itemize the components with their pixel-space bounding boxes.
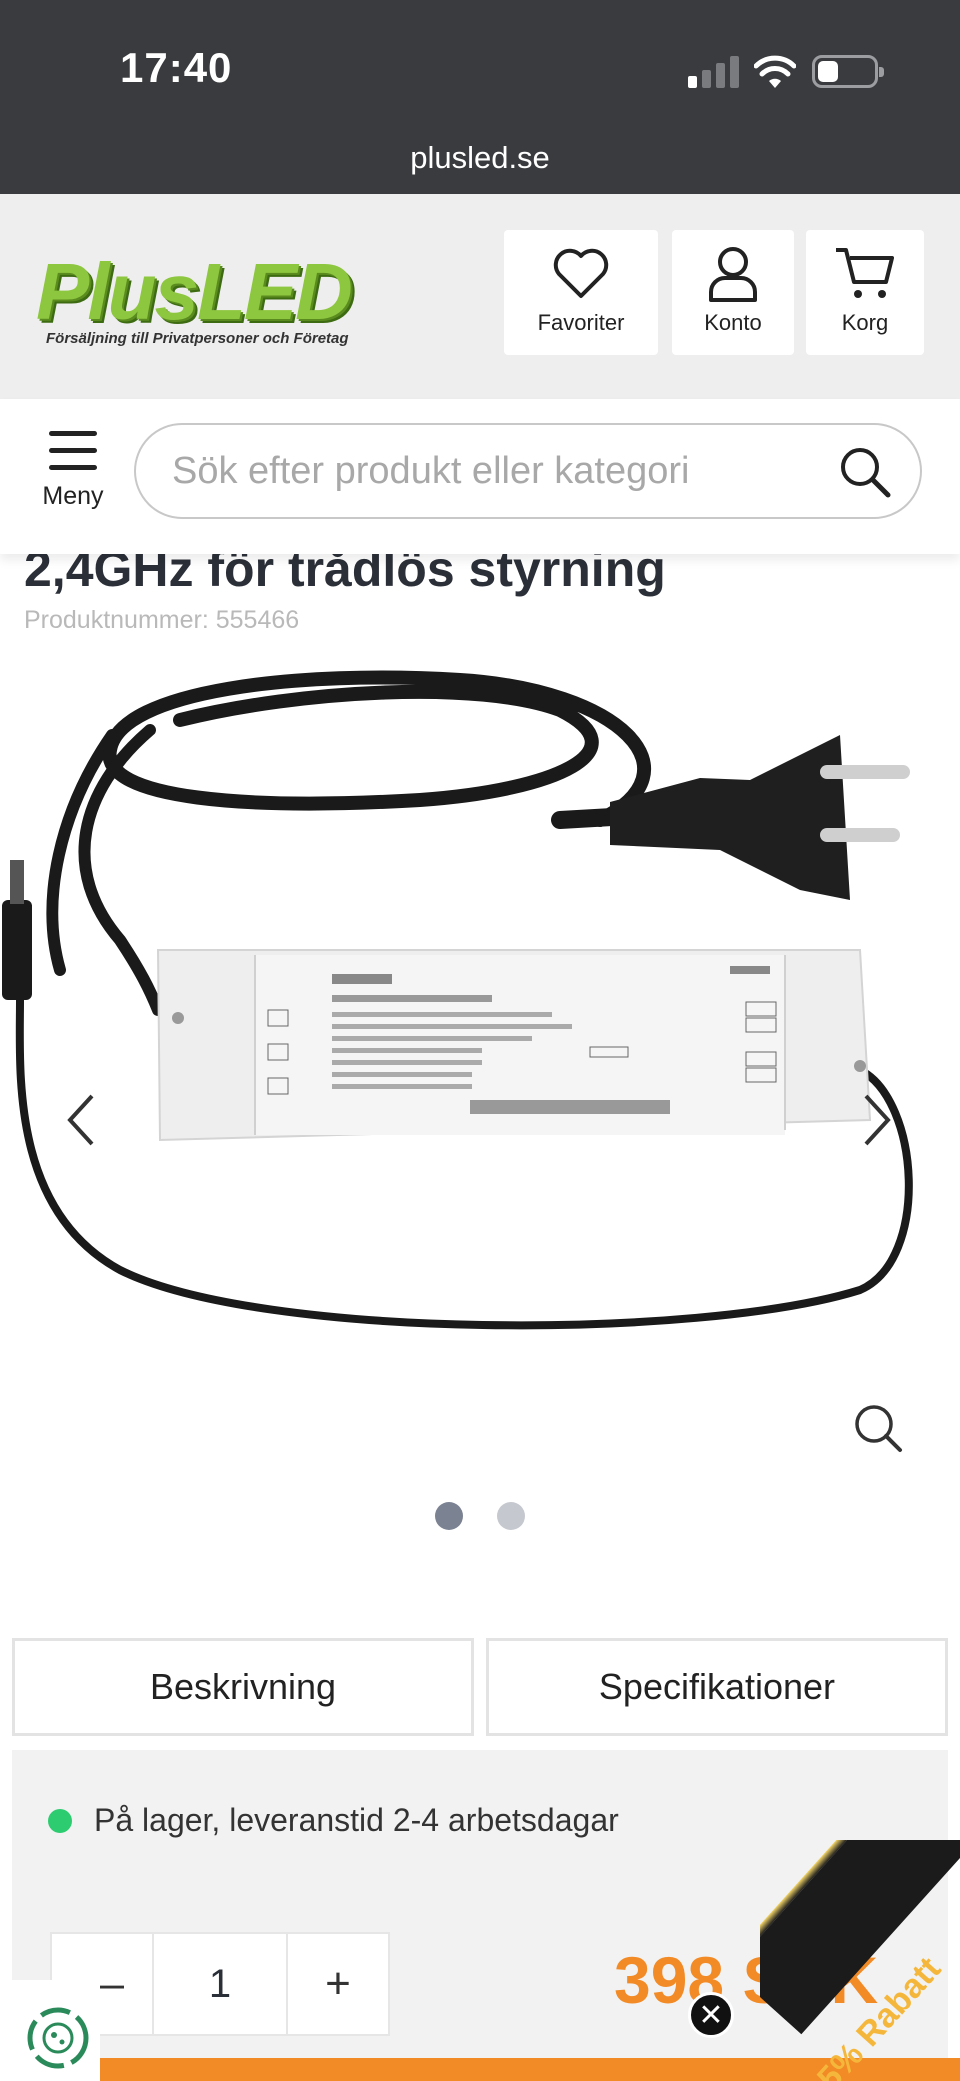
product-number-label: Produktnummer: xyxy=(24,606,209,634)
account-label: Konto xyxy=(704,310,762,335)
zoom-icon[interactable] xyxy=(852,1402,904,1454)
logo-tagline: Försäljning till Privatpersoner och Före… xyxy=(46,330,349,347)
tab-description[interactable]: Beskrivning xyxy=(12,1638,474,1736)
in-stock-indicator-icon xyxy=(48,1808,72,1833)
stock-status: På lager, leveranstid 2-4 arbetsdagar xyxy=(48,1802,619,1839)
product-number: Produktnummer: 555466 xyxy=(24,606,299,635)
cookie-icon xyxy=(27,2007,89,2069)
cart-icon xyxy=(836,248,894,298)
gallery-dot-1[interactable] xyxy=(435,1502,463,1530)
cart-label: Korg xyxy=(841,310,889,335)
status-bar: 17:40 plusled.se xyxy=(0,0,960,194)
hamburger-icon xyxy=(30,431,116,470)
gallery-pagination xyxy=(0,1502,960,1535)
product-number-value: 555466 xyxy=(215,606,300,634)
quantity-value[interactable]: 1 xyxy=(152,1934,288,2034)
clock: 17:40 xyxy=(120,44,233,91)
product-gallery[interactable] xyxy=(0,650,960,1480)
favorites-button[interactable]: Favoriter xyxy=(504,230,658,355)
next-image-arrow-icon[interactable] xyxy=(856,1090,896,1150)
search-icon[interactable] xyxy=(838,445,892,499)
increase-quantity-button[interactable]: + xyxy=(288,1934,388,2034)
account-button[interactable]: Konto xyxy=(672,230,794,355)
prev-image-arrow-icon[interactable] xyxy=(62,1090,102,1150)
battery-icon xyxy=(812,55,884,88)
quantity-stepper: — 1 + xyxy=(50,1932,390,2036)
plusled-logo[interactable]: PlusLED Försäljning till Privatpersoner … xyxy=(36,252,406,352)
heart-icon xyxy=(553,248,609,298)
logo-wordmark: PlusLED xyxy=(36,247,353,336)
product-image[interactable] xyxy=(0,650,960,1480)
discount-ribbon[interactable]: 5% Rabatt xyxy=(760,1840,960,2081)
search-box xyxy=(134,423,922,519)
wifi-icon xyxy=(754,55,796,88)
menu-button[interactable]: Meny xyxy=(30,431,116,531)
favorites-label: Favoriter xyxy=(537,310,625,335)
cart-button[interactable]: Korg xyxy=(806,230,924,355)
search-row: Meny xyxy=(0,399,960,554)
site-header: PlusLED Försäljning till Privatpersoner … xyxy=(0,194,960,399)
cookie-settings-button[interactable] xyxy=(0,1980,100,2081)
user-icon xyxy=(709,247,757,302)
search-input[interactable] xyxy=(172,443,812,499)
close-promo-button[interactable]: ✕ xyxy=(688,1992,734,2038)
menu-label: Meny xyxy=(42,482,104,510)
url-bar[interactable]: plusled.se xyxy=(0,140,960,176)
discount-ribbon-band xyxy=(760,1840,960,2035)
cellular-signal-icon xyxy=(688,56,740,88)
tab-specifications[interactable]: Specifikationer xyxy=(486,1638,948,1736)
gallery-dot-2[interactable] xyxy=(497,1502,525,1530)
stock-text: På lager, leveranstid 2-4 arbetsdagar xyxy=(94,1802,619,1838)
